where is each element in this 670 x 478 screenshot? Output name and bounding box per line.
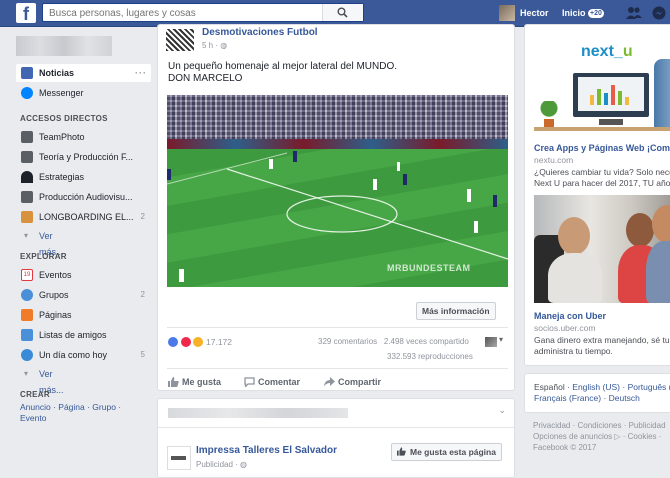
search-input[interactable] <box>47 6 331 21</box>
explore-heading: EXPLORAR <box>20 252 67 261</box>
comments-count[interactable]: 329 comentarios <box>318 337 377 346</box>
advertiser-name[interactable]: Impressa Talleres El Salvador <box>196 445 337 456</box>
monitor-illustration <box>573 73 649 117</box>
language-link[interactable]: Português (E <box>628 382 670 392</box>
friend-requests-icon[interactable] <box>626 6 642 20</box>
globe-icon: ◍ <box>220 41 228 50</box>
chevron-down-icon[interactable]: ⌄ <box>498 405 506 416</box>
footer-links[interactable]: Privacidad · Condiciones · Publicidad <box>533 420 670 431</box>
reaction-count[interactable]: 17.172 <box>206 337 232 347</box>
thumbs-up-icon <box>397 447 406 456</box>
ad-title[interactable]: Crea Apps y Páginas Web ¡Comie <box>534 143 670 153</box>
views-count: 332.593 reproducciones <box>387 352 473 361</box>
sidebar-item-on-this-day[interactable]: Un día como hoy 5 <box>16 346 151 364</box>
sidebar-item-shortcut[interactable]: Teoría y Producción F... <box>16 148 151 166</box>
clock-icon <box>21 349 33 361</box>
ad-title[interactable]: Maneja con Uber <box>534 311 670 321</box>
top-navigation-bar: f Hector Inicio +20 <box>0 0 670 27</box>
sidebar-item-friend-lists[interactable]: Listas de amigos <box>16 326 151 344</box>
page-footer: Privacidad · Condiciones · Publicidad Op… <box>533 420 670 453</box>
home-link[interactable]: Inicio <box>562 8 586 18</box>
sidebar-item-groups[interactable]: Grupos 2 <box>16 286 151 304</box>
reaction-icons[interactable] <box>167 336 205 348</box>
language-link[interactable]: Français (France) <box>534 393 601 403</box>
shortcuts-heading: ACCESOS DIRECTOS <box>20 114 108 123</box>
post-stats: 329 comentarios 2.498 veces compartido <box>318 337 469 346</box>
sidebar-item-pages[interactable]: Páginas <box>16 306 151 324</box>
like-page-button[interactable]: Me gusta esta página <box>391 443 502 461</box>
advertiser-logo[interactable] <box>167 446 191 470</box>
post-timestamp[interactable]: 5 h · ◍ <box>202 41 227 50</box>
group-icon <box>21 131 33 143</box>
group-icon <box>21 191 33 203</box>
news-feed-icon <box>21 67 33 79</box>
share-as-avatar[interactable] <box>485 337 497 347</box>
search-box[interactable] <box>42 3 364 22</box>
blurred-profile-name[interactable] <box>16 36 112 56</box>
current-language: Español <box>534 382 565 392</box>
hand-icon <box>21 211 33 223</box>
ad-body: Gana dinero extra manejando, sé tu admin… <box>534 335 670 356</box>
messages-icon[interactable] <box>652 6 666 20</box>
group-icon <box>21 151 33 163</box>
sidebar-item-shortcut[interactable]: TeamPhoto <box>16 128 151 146</box>
language-link[interactable]: English (US) <box>572 382 620 392</box>
ad-image-nextu[interactable]: next_u <box>534 29 670 135</box>
nextu-logo: next_u <box>581 43 633 60</box>
create-heading: CREAR <box>20 390 50 399</box>
globe-icon: ◍ <box>240 460 248 469</box>
search-button[interactable] <box>322 4 363 21</box>
sponsored-label: Publicidad · ◍ <box>196 460 248 469</box>
ads-column: next_u Crea Apps y Páginas Web ¡Comie ne… <box>524 24 670 366</box>
sidebar-item-shortcut[interactable]: Estrategias <box>16 168 151 186</box>
love-reaction-icon <box>179 336 192 348</box>
chevron-down-icon[interactable]: ▾ <box>499 335 503 344</box>
flag-icon <box>21 309 33 321</box>
copyright: Facebook © 2017 <box>533 443 597 452</box>
messenger-icon <box>21 87 33 99</box>
share-icon <box>324 377 335 387</box>
sidebar-item-news[interactable]: Noticias ··· <box>16 64 151 82</box>
language-link[interactable]: Deutsch <box>609 393 640 403</box>
page-avatar[interactable] <box>166 29 194 51</box>
post-text: Un pequeño homenaje al mejor lateral del… <box>168 61 398 84</box>
graduation-cap-icon <box>21 171 33 183</box>
ad-image-uber[interactable] <box>534 195 670 303</box>
create-links[interactable]: Anuncio · Página · Grupo · Evento <box>20 402 140 424</box>
like-reaction-icon <box>167 336 179 348</box>
more-options-icon[interactable]: ··· <box>135 64 147 82</box>
sidebar-item-messenger[interactable]: Messenger <box>16 84 151 102</box>
search-icon <box>337 7 348 18</box>
wow-reaction-icon <box>192 336 205 348</box>
language-selector: Español · English (US) · Português (E Fr… <box>524 373 670 413</box>
sidebar-item-shortcut[interactable]: Producción Audiovisu... <box>16 188 151 206</box>
post-video[interactable]: MRBUNDESTEAM <box>167 95 508 287</box>
ad-body: ¿Quieres cambiar tu vida? Solo nece Next… <box>534 167 670 188</box>
comment-icon <box>244 377 255 387</box>
more-info-button[interactable]: Más información <box>416 302 496 320</box>
chevron-down-icon: ▾ <box>24 231 29 240</box>
facebook-logo[interactable]: f <box>16 3 36 23</box>
feed-post: Desmotivaciones Futbol 5 h · ◍ Un pequeñ… <box>157 24 515 391</box>
friend-list-icon <box>21 329 33 341</box>
profile-link[interactable]: Hector <box>520 8 549 18</box>
footer-links[interactable]: Opciones de anuncios ▷ · Cookies · <box>533 431 670 442</box>
sponsored-post: ⌄ Impressa Talleres El Salvador Publicid… <box>157 398 515 478</box>
sidebar-item-events[interactable]: 19 Eventos <box>16 266 151 284</box>
home-badge: +20 <box>588 9 604 18</box>
ad-domain[interactable]: socios.uber.com <box>534 323 595 333</box>
user-avatar[interactable] <box>499 5 515 21</box>
thumbs-up-icon <box>168 377 179 387</box>
shares-count[interactable]: 2.498 veces compartido <box>384 337 469 346</box>
video-watermark: MRBUNDESTEAM <box>387 263 471 273</box>
chevron-down-icon: ▾ <box>24 369 29 378</box>
sidebar-item-shortcut[interactable]: LONGBOARDING EL... 2 <box>16 208 151 226</box>
post-page-name[interactable]: Desmotivaciones Futbol <box>202 27 318 38</box>
ad-domain[interactable]: nextu.com <box>534 155 573 165</box>
person-illustration <box>558 217 590 255</box>
blurred-header <box>168 408 348 418</box>
groups-icon <box>21 289 33 301</box>
calendar-icon: 19 <box>21 269 33 281</box>
